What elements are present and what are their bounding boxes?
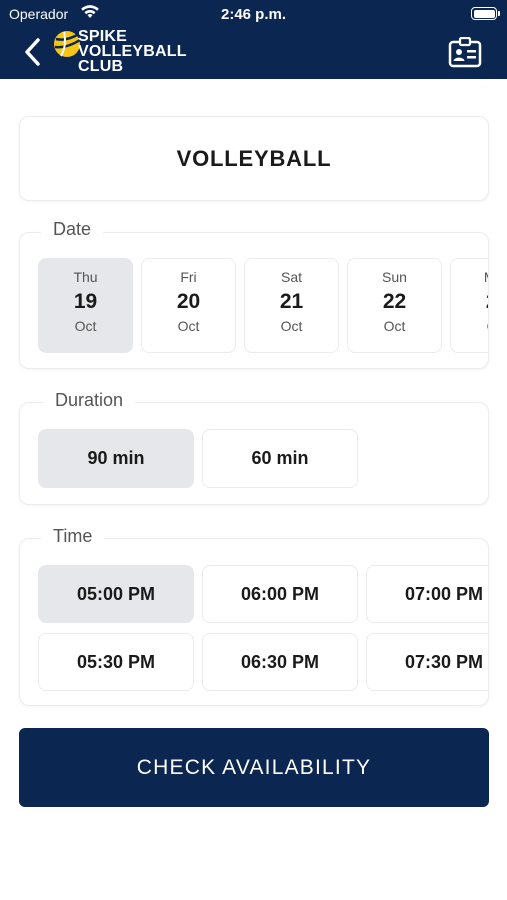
date-section: Thu 19 Oct Fri 20 Oct Sat 21 Oct Sun 22 … [19, 232, 489, 369]
battery-icon [471, 7, 500, 20]
date-day: 22 [382, 290, 407, 313]
date-tile[interactable]: Sat 21 Oct [244, 258, 339, 353]
logo-line: VOLLEYBALL [78, 43, 187, 60]
duration-options: 90 min 60 min [38, 429, 358, 488]
date-tile[interactable]: Sun 22 Oct [347, 258, 442, 353]
id-card-icon[interactable] [448, 37, 482, 68]
date-section-label: Date [41, 219, 104, 240]
time-slot[interactable]: 06:00 PM [202, 565, 358, 623]
duration-section: 90 min 60 min [19, 402, 489, 505]
time-slot-grid: 05:00 PM 06:00 PM 07:00 PM 05:30 PM 06:3… [38, 565, 488, 691]
status-bar: Operador 2:46 p.m. [0, 0, 507, 28]
date-month: Oct [383, 318, 406, 334]
time-slot-selected[interactable]: 05:00 PM [38, 565, 194, 623]
time-slot[interactable]: 07:00 PM [366, 565, 488, 623]
time-section-label: Time [41, 526, 105, 547]
date-dow: Fri [180, 269, 197, 285]
duration-section-label: Duration [43, 390, 136, 411]
date-tile[interactable]: Fri 20 Oct [141, 258, 236, 353]
time-section: 05:00 PM 06:00 PM 07:00 PM 05:30 PM 06:3… [19, 538, 489, 706]
logo-line: SPIKE [78, 28, 128, 45]
check-availability-button[interactable]: CHECK AVAILABILITY [19, 728, 489, 807]
time-slot[interactable]: 05:30 PM [38, 633, 194, 691]
date-list: Thu 19 Oct Fri 20 Oct Sat 21 Oct Sun 22 … [38, 258, 488, 353]
date-tile[interactable]: Mon 23 Oct [450, 258, 488, 353]
sport-title: VOLLEYBALL [176, 145, 332, 171]
date-dow: Sat [280, 269, 302, 285]
date-day: 20 [176, 290, 201, 313]
date-dow: Thu [73, 269, 98, 285]
date-day: 19 [73, 290, 98, 313]
date-dow: Mon [451, 269, 488, 285]
time-slot[interactable]: 07:30 PM [366, 633, 488, 691]
date-month: Oct [74, 318, 97, 334]
date-month: Oct [177, 318, 200, 334]
time-slot[interactable]: 06:30 PM [202, 633, 358, 691]
date-day: 23 [451, 290, 488, 314]
date-day: 21 [279, 290, 304, 313]
date-tile-selected[interactable]: Thu 19 Oct [38, 258, 133, 353]
date-month: Oct [280, 318, 303, 334]
duration-option-selected[interactable]: 90 min [38, 429, 194, 488]
club-logo: SPIKE VOLLEYBALL CLUB [52, 29, 202, 77]
date-dow: Sun [382, 269, 407, 285]
app-header: Operador 2:46 p.m. SPIKE VOLLEYBALL CLUB [0, 0, 507, 79]
date-month: Oct [451, 318, 488, 334]
status-time: 2:46 p.m. [220, 6, 287, 23]
logo-wordmark: SPIKE VOLLEYBALL CLUB [78, 28, 187, 75]
duration-option[interactable]: 60 min [202, 429, 358, 488]
logo-line: CLUB [78, 58, 124, 75]
sport-card: VOLLEYBALL [19, 116, 489, 201]
back-chevron-icon[interactable] [20, 34, 46, 70]
